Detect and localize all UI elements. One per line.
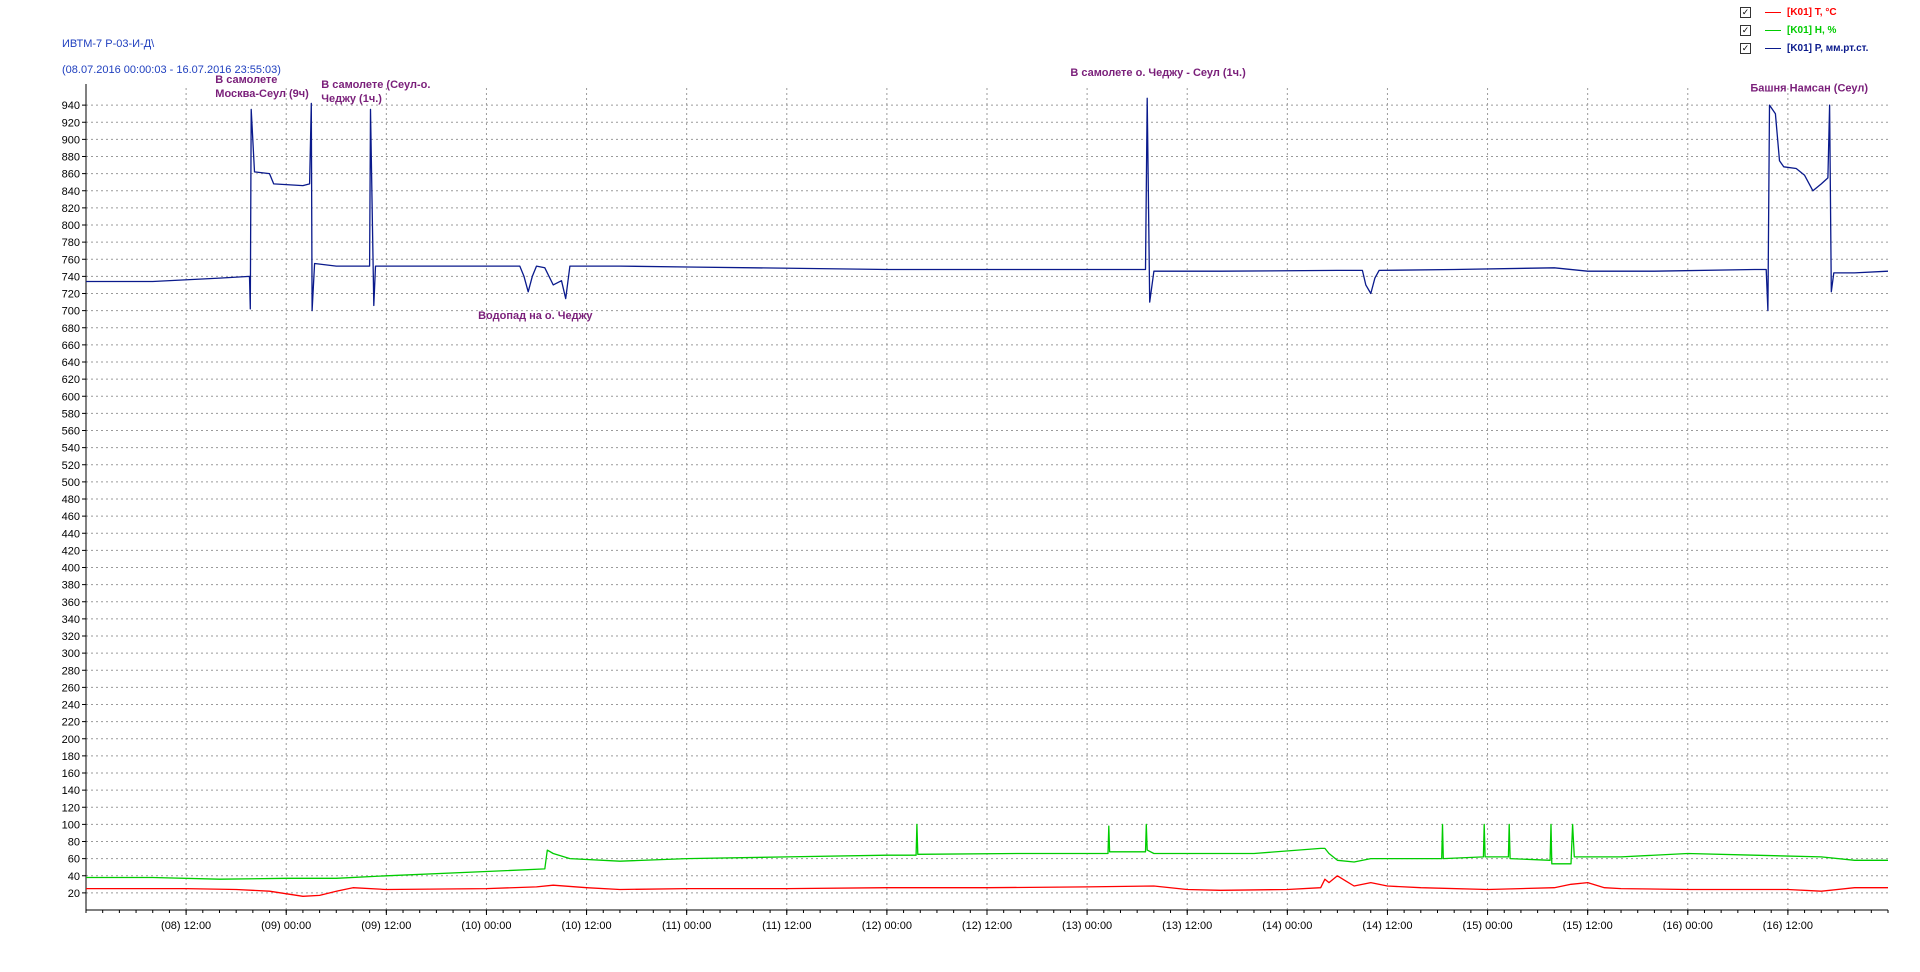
y-tick-label: 700 [62, 306, 80, 318]
y-tick-label: 880 [62, 152, 80, 164]
y-tick-label: 620 [62, 374, 80, 386]
y-tick-label: 200 [62, 734, 80, 746]
y-tick-label: 80 [68, 837, 80, 849]
y-tick-label: 40 [68, 871, 80, 883]
x-tick-label: (15) 00:00 [1462, 920, 1512, 932]
x-tick-label: (14) 12:00 [1362, 920, 1412, 932]
y-tick-label: 740 [62, 271, 80, 283]
y-tick-label: 480 [62, 494, 80, 506]
y-tick-label: 180 [62, 751, 80, 763]
y-tick-label: 120 [62, 802, 80, 814]
y-tick-label: 440 [62, 528, 80, 540]
y-tick-label: 140 [62, 785, 80, 797]
y-tick-label: 900 [62, 134, 80, 146]
x-tick-label: (14) 00:00 [1262, 920, 1312, 932]
y-tick-label: 280 [62, 665, 80, 677]
chart-annotation: В самолете Москва-Сеул (9ч) [215, 74, 309, 100]
y-tick-label: 540 [62, 443, 80, 455]
series-line-1 [86, 823, 1888, 880]
chart-annotation: Башня Намсан (Сеул) [1750, 82, 1868, 94]
y-tick-label: 20 [68, 888, 80, 900]
y-tick-label: 680 [62, 323, 80, 335]
x-tick-label: (16) 00:00 [1663, 920, 1713, 932]
x-tick-label: (12) 12:00 [962, 920, 1012, 932]
y-tick-label: 600 [62, 391, 80, 403]
y-tick-label: 300 [62, 648, 80, 660]
y-tick-label: 260 [62, 682, 80, 694]
y-tick-label: 460 [62, 511, 80, 523]
y-tick-label: 580 [62, 408, 80, 420]
x-tick-label: (13) 12:00 [1162, 920, 1212, 932]
x-tick-label: (11) 12:00 [762, 920, 811, 932]
y-tick-label: 820 [62, 203, 80, 215]
y-tick-label: 800 [62, 220, 80, 232]
x-tick-label: (16) 12:00 [1763, 920, 1813, 932]
y-tick-label: 340 [62, 614, 80, 626]
y-tick-label: 400 [62, 563, 80, 575]
x-tick-label: (11) 00:00 [662, 920, 711, 932]
x-tick-label: (12) 00:00 [862, 920, 912, 932]
chart-plot: 20 40 60 80 100 120 140 160 180 200 220 240 260 280 30… [62, 67, 1889, 932]
y-tick-label: 920 [62, 117, 80, 129]
x-tick-label: (15) 12:00 [1563, 920, 1613, 932]
x-tick-label: (10) 12:00 [561, 920, 611, 932]
y-tick-label: 220 [62, 717, 80, 729]
x-tick-label: (08) 12:00 [161, 920, 211, 932]
y-tick-label: 60 [68, 854, 80, 866]
y-tick-label: 240 [62, 700, 80, 712]
y-tick-label: 860 [62, 169, 80, 181]
x-tick-label: (09) 12:00 [361, 920, 411, 932]
y-tick-label: 560 [62, 426, 80, 438]
chart-annotation: В самолете (Сеул-о. Чеджу (1ч.) [321, 79, 430, 105]
y-tick-label: 160 [62, 768, 80, 780]
chart-annotation: Водопад на о. Чеджу [478, 310, 593, 322]
y-tick-label: 320 [62, 631, 80, 643]
y-tick-label: 780 [62, 237, 80, 249]
chart-annotation: В самолете о. Чеджу - Сеул (1ч.) [1070, 67, 1246, 79]
y-tick-label: 940 [62, 100, 80, 112]
y-tick-label: 660 [62, 340, 80, 352]
y-tick-label: 760 [62, 254, 80, 266]
y-tick-label: 500 [62, 477, 80, 489]
y-tick-label: 100 [62, 819, 80, 831]
y-tick-label: 420 [62, 545, 80, 557]
y-tick-label: 720 [62, 289, 80, 301]
x-tick-label: (10) 00:00 [461, 920, 511, 932]
x-tick-label: (13) 00:00 [1062, 920, 1112, 932]
y-tick-label: 380 [62, 580, 80, 592]
x-tick-label: (09) 00:00 [261, 920, 311, 932]
y-tick-label: 840 [62, 186, 80, 198]
y-tick-label: 360 [62, 597, 80, 609]
y-tick-label: 520 [62, 460, 80, 472]
y-tick-label: 640 [62, 357, 80, 369]
